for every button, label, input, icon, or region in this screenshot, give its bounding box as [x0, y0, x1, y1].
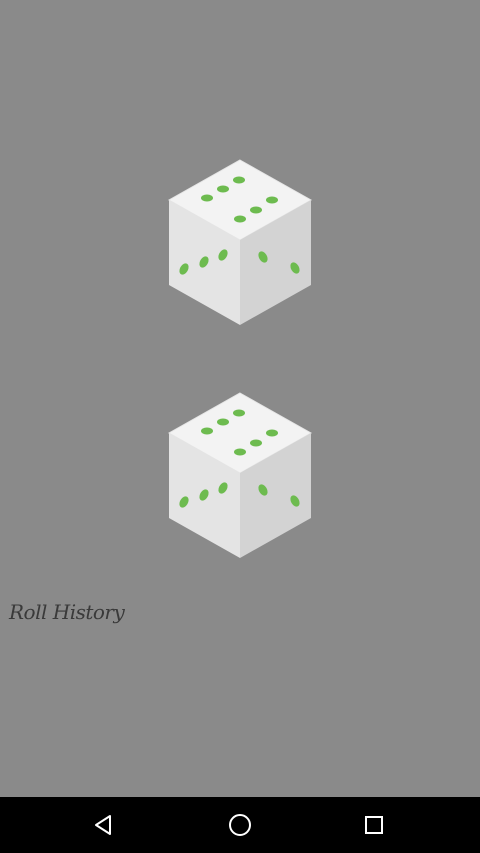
- home-icon: [229, 814, 251, 836]
- recents-icon: [365, 816, 383, 834]
- recents-button[interactable]: [354, 805, 394, 845]
- back-button[interactable]: [84, 805, 124, 845]
- roll-history-label[interactable]: Roll History: [9, 600, 125, 624]
- die-two-icon: [167, 392, 313, 558]
- home-button[interactable]: [220, 805, 260, 845]
- back-icon: [95, 815, 111, 835]
- die-one-icon: [167, 159, 313, 325]
- app-screen: Roll History: [0, 0, 480, 797]
- die-one[interactable]: [165, 157, 315, 327]
- die-two[interactable]: [165, 390, 315, 560]
- system-navigation-bar: [0, 797, 480, 853]
